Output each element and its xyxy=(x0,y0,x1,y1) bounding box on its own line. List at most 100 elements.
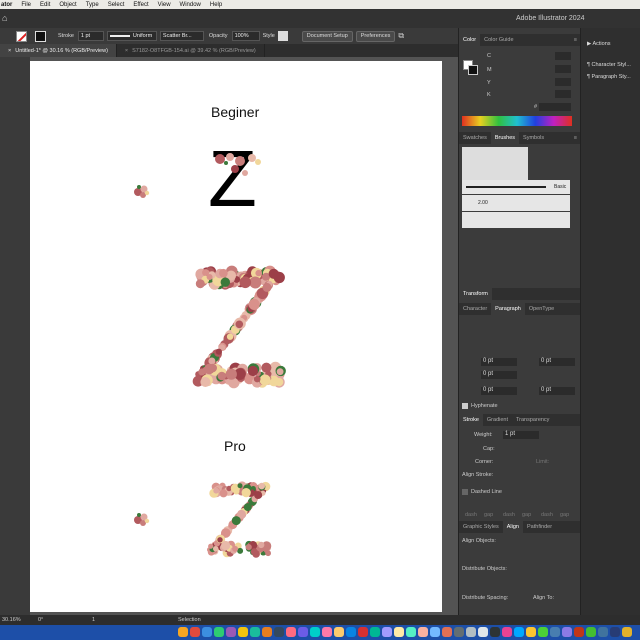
space-after-field[interactable]: 0 pt xyxy=(539,387,575,395)
dock-app-icon[interactable] xyxy=(238,627,248,637)
left-indent-field[interactable]: 0 pt xyxy=(481,358,517,366)
dock-app-icon[interactable] xyxy=(334,627,344,637)
flower-overlay-z[interactable] xyxy=(210,149,270,189)
dock-app-icon[interactable] xyxy=(190,627,200,637)
tab-untitled[interactable]: × Untitled-1* @ 30.16 % (RGB/Preview) xyxy=(0,44,117,57)
fill-swatch[interactable] xyxy=(16,30,27,42)
dock-app-icon[interactable] xyxy=(490,627,500,637)
channel-c-field[interactable] xyxy=(555,52,571,60)
panel-item-character-styles[interactable]: ¶ Character Styl... xyxy=(587,62,631,68)
dock-app-icon[interactable] xyxy=(586,627,596,637)
menu-app[interactable]: ator xyxy=(1,2,12,8)
dock-app-icon[interactable] xyxy=(262,627,272,637)
flower-sample-top[interactable] xyxy=(130,179,154,203)
style-swatch[interactable] xyxy=(277,31,288,41)
document-setup-button[interactable]: Document Setup xyxy=(301,30,353,42)
flower-sample-bottom[interactable] xyxy=(130,507,154,531)
hex-field[interactable] xyxy=(539,103,571,111)
dock-app-icon[interactable] xyxy=(394,627,404,637)
channel-m-field[interactable] xyxy=(555,65,571,73)
rotation-field[interactable]: 0° xyxy=(38,617,43,623)
dock-app-icon[interactable] xyxy=(418,627,428,637)
weight-field[interactable]: 1 pt xyxy=(503,431,539,439)
dock-app-icon[interactable] xyxy=(610,627,620,637)
dock-app-icon[interactable] xyxy=(514,627,524,637)
dock-app-icon[interactable] xyxy=(406,627,416,637)
menu-object[interactable]: Object xyxy=(59,2,76,8)
menu-window[interactable]: Window xyxy=(180,2,201,8)
tab-transparency[interactable]: Transparency xyxy=(512,414,553,426)
close-icon[interactable]: × xyxy=(8,48,11,54)
panel-item-actions[interactable]: ▶ Actions xyxy=(587,41,611,47)
menu-edit[interactable]: Edit xyxy=(40,2,50,8)
dock-app-icon[interactable] xyxy=(382,627,392,637)
tab-s7182[interactable]: × S7182-O8TFGB-154.ai @ 39.42 % (RGB/Prev… xyxy=(117,44,265,57)
stroke-weight-field[interactable]: 1 pt xyxy=(77,31,104,41)
dock-app-icon[interactable] xyxy=(622,627,632,637)
dock-app-icon[interactable] xyxy=(574,627,584,637)
menu-select[interactable]: Select xyxy=(108,2,125,8)
dock-app-icon[interactable] xyxy=(466,627,476,637)
menu-view[interactable]: View xyxy=(158,2,171,8)
menu-effect[interactable]: Effect xyxy=(133,2,148,8)
dock-app-icon[interactable] xyxy=(202,627,212,637)
dock-app-icon[interactable] xyxy=(346,627,356,637)
dock-app-icon[interactable] xyxy=(322,627,332,637)
tab-pathfinder[interactable]: Pathfinder xyxy=(523,521,556,533)
hyphenate-checkbox[interactable] xyxy=(462,403,468,409)
dock-app-icon[interactable] xyxy=(538,627,548,637)
dock-app-icon[interactable] xyxy=(526,627,536,637)
tab-color-guide[interactable]: Color Guide xyxy=(480,34,517,46)
stroke-swatch-panel[interactable] xyxy=(468,65,478,75)
artboard-field[interactable]: 1 xyxy=(92,617,95,623)
channel-y-field[interactable] xyxy=(555,78,571,86)
menu-file[interactable]: File xyxy=(21,2,31,8)
menu-type[interactable]: Type xyxy=(86,2,99,8)
stroke-swatch[interactable] xyxy=(35,30,46,42)
dock-app-icon[interactable] xyxy=(298,627,308,637)
brush-calligraphic-row[interactable]: Basic xyxy=(462,180,570,194)
tab-align[interactable]: Align xyxy=(502,521,523,533)
dock-app-icon[interactable] xyxy=(358,627,368,637)
dock-app-icon[interactable] xyxy=(550,627,560,637)
dock-app-icon[interactable] xyxy=(598,627,608,637)
opacity-field[interactable]: 100% xyxy=(231,31,260,41)
dock-app-icon[interactable] xyxy=(370,627,380,637)
brush-pattern-row[interactable] xyxy=(462,212,570,228)
dock-app-icon[interactable] xyxy=(502,627,512,637)
tab-stroke[interactable]: Stroke xyxy=(459,414,483,426)
zoom-field[interactable]: 30.16% xyxy=(2,617,21,623)
paragraph-align-buttons[interactable] xyxy=(463,320,575,330)
tab-symbols[interactable]: Symbols xyxy=(519,132,548,144)
flower-z-large[interactable] xyxy=(190,261,290,391)
dock-app-icon[interactable] xyxy=(178,627,188,637)
close-icon[interactable]: × xyxy=(125,48,128,54)
channel-k-field[interactable] xyxy=(555,90,571,98)
arrange-icon[interactable]: ⧉ xyxy=(398,31,404,41)
dock-app-icon[interactable] xyxy=(454,627,464,637)
dock-app-icon[interactable] xyxy=(274,627,284,637)
dock-app-icon[interactable] xyxy=(310,627,320,637)
tab-color[interactable]: Color xyxy=(459,34,481,46)
preferences-button[interactable]: Preferences xyxy=(355,30,396,42)
color-spectrum[interactable] xyxy=(462,116,572,126)
tab-swatches[interactable]: Swatches xyxy=(459,132,491,144)
dock-app-icon[interactable] xyxy=(478,627,488,637)
tab-gradient[interactable]: Gradient xyxy=(483,414,512,426)
brush-select[interactable]: Scatter Br... xyxy=(159,31,204,41)
dock-app-icon[interactable] xyxy=(442,627,452,637)
space-before-field[interactable]: 0 pt xyxy=(481,387,517,395)
dock-app-icon[interactable] xyxy=(562,627,572,637)
dock-app-icon[interactable] xyxy=(430,627,440,637)
dock-app-icon[interactable] xyxy=(226,627,236,637)
tab-paragraph[interactable]: Paragraph xyxy=(491,303,525,315)
right-indent-field[interactable]: 0 pt xyxy=(539,358,575,366)
dock-app-icon[interactable] xyxy=(286,627,296,637)
brush-size-row[interactable]: 2.00 xyxy=(462,195,570,211)
panel-item-paragraph-styles[interactable]: ¶ Paragraph Sty... xyxy=(587,74,631,80)
tab-opentype[interactable]: OpenType xyxy=(525,303,558,315)
home-icon[interactable]: ⌂ xyxy=(2,13,7,23)
menu-help[interactable]: Help xyxy=(210,2,222,8)
first-line-indent-field[interactable]: 0 pt xyxy=(481,371,517,379)
dock-app-icon[interactable] xyxy=(250,627,260,637)
